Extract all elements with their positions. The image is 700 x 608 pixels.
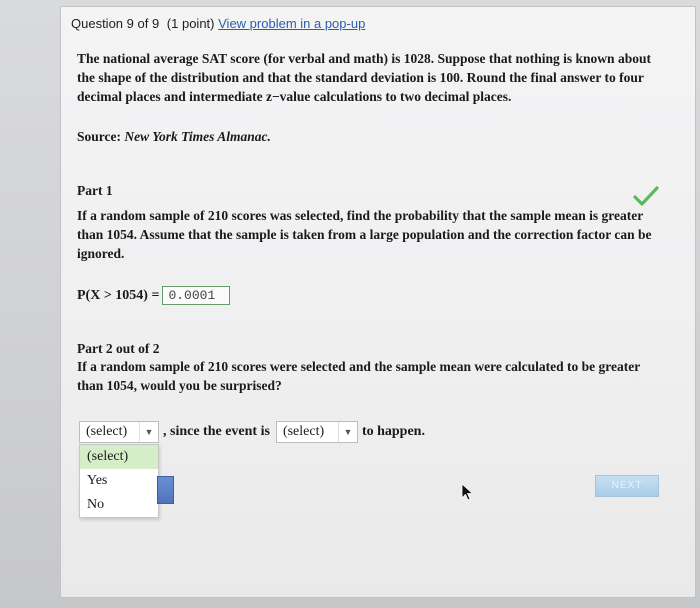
chevron-down-icon: ▼ (139, 422, 158, 442)
likelihood-select[interactable]: (select) ▼ (275, 421, 358, 443)
check-icon (633, 186, 659, 206)
dropdown-option-no[interactable]: No (80, 493, 158, 517)
surprise-select-value: (select) (86, 424, 128, 439)
question-counter: Question 9 of 9 (71, 16, 160, 31)
chevron-down-icon: ▼ (337, 422, 357, 442)
question-panel: Question 9 of 9 (1 point) View problem i… (60, 6, 696, 598)
source-label: Source: (77, 129, 121, 144)
part1-question: If a random sample of 210 scores was sel… (77, 208, 652, 261)
connector-text: , since the event is (163, 424, 270, 439)
problem-intro: The national average SAT score (for verb… (77, 51, 651, 104)
part2-answer-row: (select) ▼ , since the event is (select)… (79, 421, 425, 443)
dropdown-option-yes[interactable]: Yes (80, 469, 158, 493)
surprise-select[interactable]: (select) ▼ (79, 421, 159, 443)
part2-title: Part 2 out of 2 (77, 341, 160, 356)
likelihood-select-value: (select) (282, 424, 325, 439)
formula-label: P(X > 1054) = (77, 287, 160, 303)
source-line: Source: New York Times Almanac. (77, 127, 667, 146)
view-popup-link[interactable]: View problem in a pop-up (218, 16, 365, 31)
dropdown-option-select[interactable]: (select) (80, 445, 158, 469)
part1-formula: P(X > 1054) = 0.0001 (77, 286, 231, 305)
question-points: (1 point) (166, 16, 215, 31)
part1-title: Part 1 (77, 183, 113, 198)
source-title: New York Times Almanac. (124, 129, 271, 144)
next-button[interactable]: NEXT (595, 475, 659, 497)
mouse-cursor-icon (461, 483, 474, 501)
surprise-dropdown-menu: (select) Yes No (79, 444, 159, 518)
question-header: Question 9 of 9 (1 point) View problem i… (71, 16, 365, 31)
ending-text: to happen. (361, 424, 425, 439)
part1-answer-field[interactable]: 0.0001 (162, 286, 231, 305)
hidden-button-edge[interactable] (157, 476, 174, 504)
part2-question: If a random sample of 210 scores were se… (77, 359, 641, 393)
